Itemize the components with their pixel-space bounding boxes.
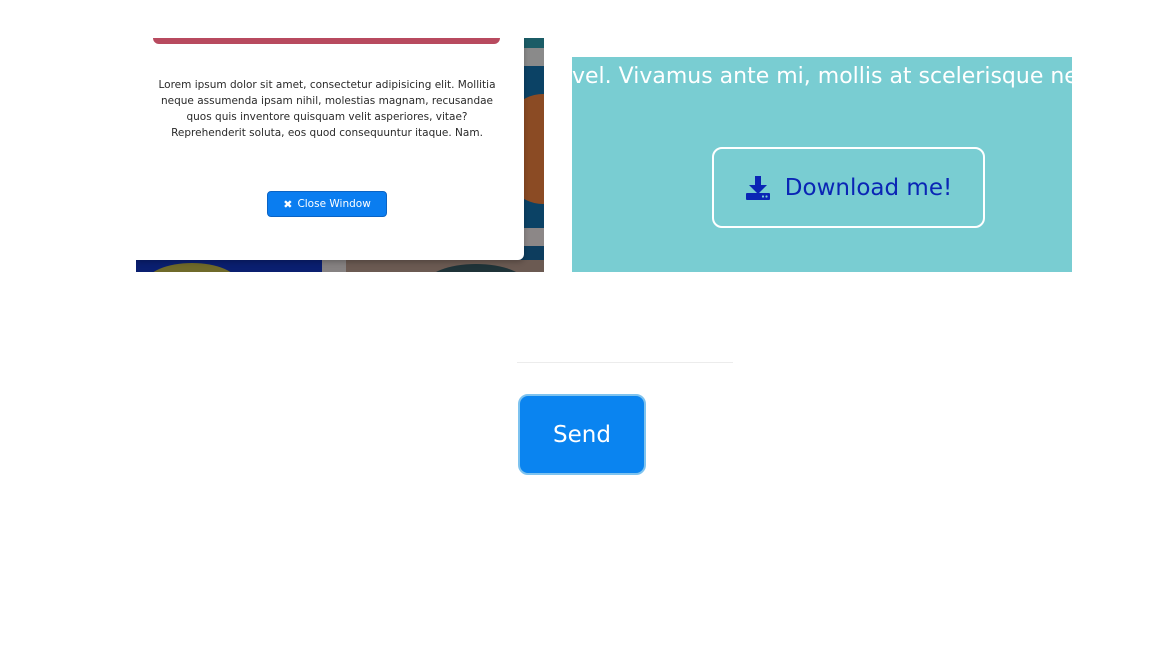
close-window-button[interactable]: ✖ Close Window [267, 191, 387, 217]
modal-body-text: Lorem ipsum dolor sit amet, consectetur … [158, 79, 496, 139]
close-window-label: Close Window [297, 198, 371, 210]
modal-window: Lorem ipsum dolor sit amet, consectetur … [136, 38, 524, 260]
form-divider [517, 362, 733, 363]
bg-shape [524, 38, 544, 48]
marquee-text: vel. Vivamus ante mi, mollis at sceleris… [572, 64, 1072, 89]
bg-shape [524, 48, 544, 66]
background-image-panel: Lorem ipsum dolor sit amet, consectetur … [136, 38, 544, 272]
download-button[interactable]: Download me! [712, 147, 985, 228]
download-label: Download me! [784, 174, 953, 201]
promo-panel: vel. Vivamus ante mi, mollis at sceleris… [572, 57, 1072, 272]
send-button[interactable]: Send [518, 394, 646, 475]
bg-shape [524, 228, 544, 246]
download-icon [745, 175, 771, 201]
bg-shape [322, 260, 346, 272]
modal-accent-bar [153, 38, 500, 44]
close-icon: ✖ [283, 197, 293, 211]
